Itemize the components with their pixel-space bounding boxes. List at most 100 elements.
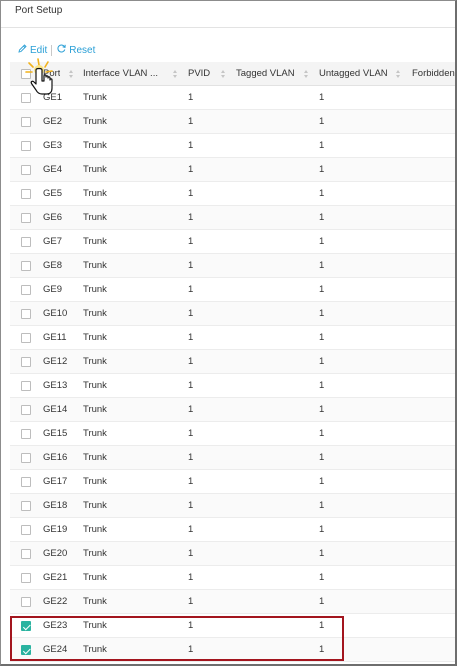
pvid-cell: 1: [188, 92, 194, 103]
sort-pvid-icon[interactable]: [221, 70, 226, 78]
interface-vlan-cell: Trunk: [83, 428, 107, 439]
table-row[interactable]: GE14 Trunk 1 1: [10, 398, 455, 422]
table-row[interactable]: GE1 Trunk 1 1: [10, 86, 455, 110]
port-cell: GE15: [43, 428, 68, 439]
row-checkbox[interactable]: [21, 117, 31, 127]
table-row[interactable]: GE23 Trunk 1 1: [10, 614, 455, 638]
refresh-icon: [56, 43, 67, 57]
row-checkbox[interactable]: [21, 501, 31, 511]
pvid-cell: 1: [188, 284, 194, 295]
row-checkbox[interactable]: [21, 333, 31, 343]
row-checkbox[interactable]: [21, 261, 31, 271]
port-cell: GE17: [43, 476, 68, 487]
table-row[interactable]: GE15 Trunk 1 1: [10, 422, 455, 446]
reset-button[interactable]: Reset: [56, 43, 95, 57]
row-checkbox[interactable]: [21, 573, 31, 583]
row-checkbox[interactable]: [21, 93, 31, 103]
row-checkbox[interactable]: [21, 237, 31, 247]
row-checkbox[interactable]: [21, 285, 31, 295]
untagged-vlan-cell: 1: [319, 260, 325, 271]
table-row[interactable]: GE21 Trunk 1 1: [10, 566, 455, 590]
untagged-vlan-cell: 1: [319, 188, 325, 199]
panel-title: Port Setup: [15, 5, 63, 16]
table-row[interactable]: GE17 Trunk 1 1: [10, 470, 455, 494]
sort-tagged-vlan-icon[interactable]: [304, 70, 309, 78]
interface-vlan-cell: Trunk: [83, 188, 107, 199]
table-row[interactable]: GE5 Trunk 1 1: [10, 182, 455, 206]
pvid-cell: 1: [188, 140, 194, 151]
untagged-vlan-cell: 1: [319, 356, 325, 367]
pvid-cell: 1: [188, 188, 194, 199]
row-checkbox[interactable]: [21, 381, 31, 391]
row-checkbox[interactable]: [21, 621, 31, 631]
row-checkbox[interactable]: [21, 477, 31, 487]
untagged-vlan-cell: 1: [319, 428, 325, 439]
table-row[interactable]: GE6 Trunk 1 1: [10, 206, 455, 230]
header-forbidden[interactable]: Forbidden: [412, 62, 455, 86]
table-row[interactable]: GE3 Trunk 1 1: [10, 134, 455, 158]
table-row[interactable]: GE12 Trunk 1 1: [10, 350, 455, 374]
toolbar: Edit Reset: [17, 43, 95, 57]
interface-vlan-cell: Trunk: [83, 500, 107, 511]
pvid-cell: 1: [188, 404, 194, 415]
table-row[interactable]: GE19 Trunk 1 1: [10, 518, 455, 542]
untagged-vlan-cell: 1: [319, 236, 325, 247]
sort-port-icon[interactable]: [69, 70, 74, 78]
row-checkbox[interactable]: [21, 357, 31, 367]
port-cell: GE4: [43, 164, 63, 175]
table-row[interactable]: GE24 Trunk 1 1: [10, 638, 455, 662]
pvid-cell: 1: [188, 212, 194, 223]
table-row[interactable]: GE10 Trunk 1 1: [10, 302, 455, 326]
row-checkbox[interactable]: [21, 189, 31, 199]
table-row[interactable]: GE13 Trunk 1 1: [10, 374, 455, 398]
port-cell: GE6: [43, 212, 63, 223]
interface-vlan-cell: Trunk: [83, 404, 107, 415]
interface-vlan-cell: Trunk: [83, 236, 107, 247]
sort-interface-vlan-icon[interactable]: [173, 70, 178, 78]
table-row[interactable]: GE9 Trunk 1 1: [10, 278, 455, 302]
table-row[interactable]: GE16 Trunk 1 1: [10, 446, 455, 470]
row-checkbox[interactable]: [21, 213, 31, 223]
port-setup-panel: Port Setup Edit Reset Port Interface VLA…: [0, 0, 457, 666]
row-checkbox[interactable]: [21, 525, 31, 535]
header-untagged-vlan[interactable]: Untagged VLAN: [319, 62, 388, 86]
port-cell: GE8: [43, 260, 63, 271]
edit-button[interactable]: Edit: [17, 43, 47, 57]
untagged-vlan-cell: 1: [319, 452, 325, 463]
row-checkbox[interactable]: [21, 645, 31, 655]
pvid-cell: 1: [188, 548, 194, 559]
table-row[interactable]: GE7 Trunk 1 1: [10, 230, 455, 254]
row-checkbox[interactable]: [21, 429, 31, 439]
pvid-cell: 1: [188, 380, 194, 391]
row-checkbox[interactable]: [21, 309, 31, 319]
untagged-vlan-cell: 1: [319, 500, 325, 511]
row-checkbox[interactable]: [21, 165, 31, 175]
table-row[interactable]: GE8 Trunk 1 1: [10, 254, 455, 278]
pvid-cell: 1: [188, 308, 194, 319]
table-row[interactable]: GE2 Trunk 1 1: [10, 110, 455, 134]
table-row[interactable]: GE18 Trunk 1 1: [10, 494, 455, 518]
table-row[interactable]: GE20 Trunk 1 1: [10, 542, 455, 566]
row-checkbox[interactable]: [21, 405, 31, 415]
port-cell: GE14: [43, 404, 68, 415]
select-all-checkbox[interactable]: [21, 69, 31, 79]
row-checkbox[interactable]: [21, 141, 31, 151]
row-checkbox[interactable]: [21, 453, 31, 463]
untagged-vlan-cell: 1: [319, 476, 325, 487]
header-tagged-vlan[interactable]: Tagged VLAN: [236, 62, 295, 86]
header-port[interactable]: Port: [43, 62, 60, 86]
header-pvid[interactable]: PVID: [188, 62, 210, 86]
port-cell: GE3: [43, 140, 63, 151]
port-table: Port Interface VLAN ... PVID Tagged VLAN…: [10, 62, 455, 662]
header-interface-vlan[interactable]: Interface VLAN ...: [83, 62, 165, 86]
port-cell: GE23: [43, 620, 68, 631]
table-row[interactable]: GE11 Trunk 1 1: [10, 326, 455, 350]
interface-vlan-cell: Trunk: [83, 284, 107, 295]
sort-untagged-vlan-icon[interactable]: [396, 70, 401, 78]
untagged-vlan-cell: 1: [319, 308, 325, 319]
row-checkbox[interactable]: [21, 549, 31, 559]
interface-vlan-cell: Trunk: [83, 212, 107, 223]
row-checkbox[interactable]: [21, 597, 31, 607]
table-row[interactable]: GE4 Trunk 1 1: [10, 158, 455, 182]
table-row[interactable]: GE22 Trunk 1 1: [10, 590, 455, 614]
